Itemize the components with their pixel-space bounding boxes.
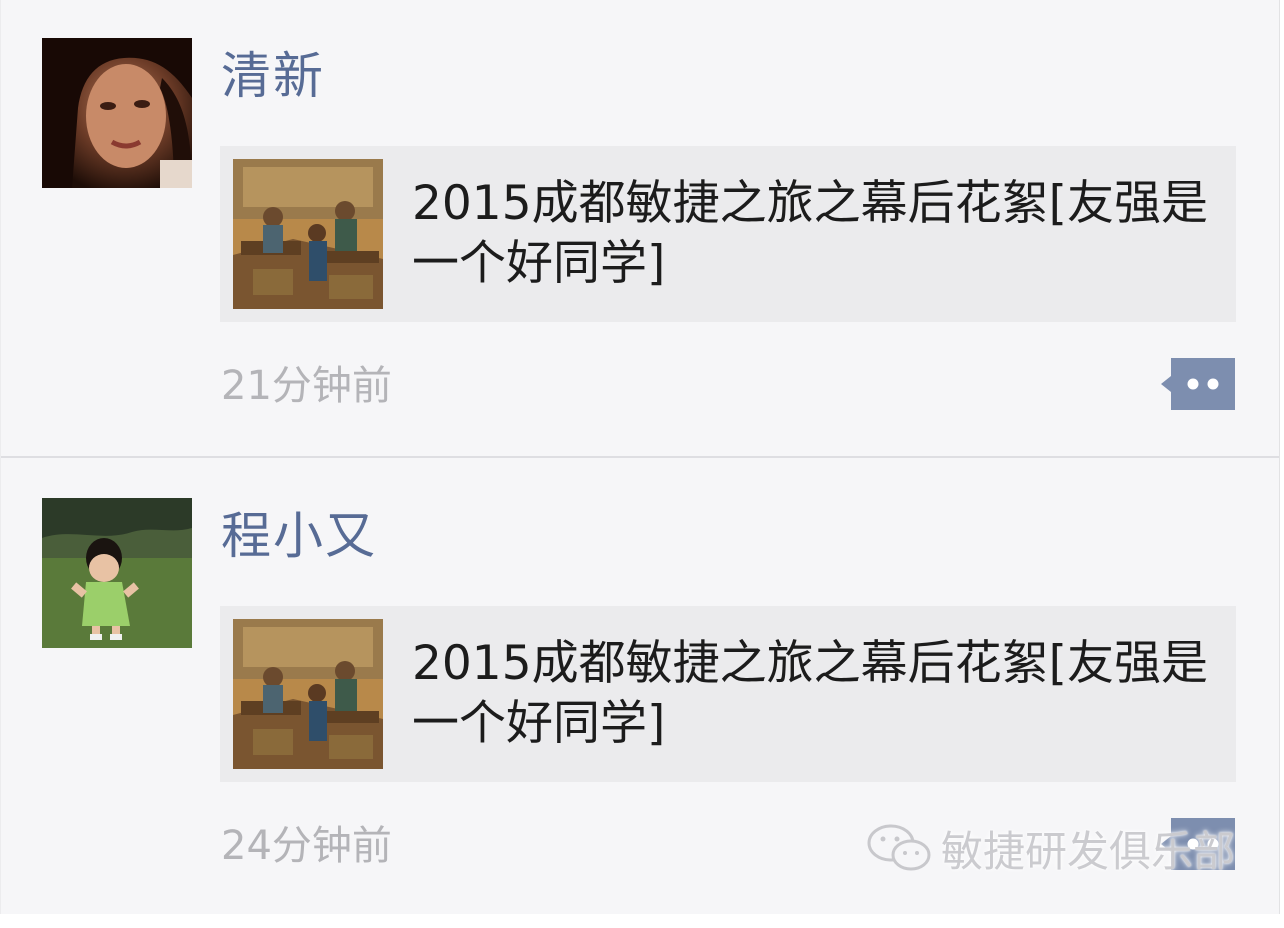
link-thumbnail bbox=[233, 159, 383, 309]
link-title: 2015成都敏捷之旅之幕后花絮[友强是一个好同学] bbox=[412, 176, 1208, 291]
comment-bubble-icon bbox=[1161, 358, 1235, 410]
watermark-text: 敏捷研发俱乐部 bbox=[941, 826, 1236, 876]
comment-button[interactable] bbox=[1159, 356, 1237, 412]
vintage-workshop-painting-icon bbox=[233, 619, 383, 769]
post-time: 24分钟前 bbox=[221, 823, 392, 869]
user-photo-child-icon bbox=[42, 498, 192, 648]
link-thumbnail bbox=[233, 619, 383, 769]
username[interactable]: 程小又 bbox=[221, 504, 377, 568]
shared-link-card[interactable]: 2015成都敏捷之旅之幕后花絮[友强是一个好同学] bbox=[220, 146, 1236, 322]
vintage-workshop-painting-icon bbox=[233, 159, 383, 309]
moment-post: 清新 2015成都敏捷之旅之幕后花絮[友强是一个好同学] 21分钟前 bbox=[1, 0, 1279, 458]
moments-feed: 清新 2015成都敏捷之旅之幕后花絮[友强是一个好同学] 21分钟前 程小又 2… bbox=[0, 0, 1280, 914]
username[interactable]: 清新 bbox=[221, 44, 325, 108]
avatar[interactable] bbox=[42, 498, 192, 648]
shared-link-card[interactable]: 2015成都敏捷之旅之幕后花絮[友强是一个好同学] bbox=[220, 606, 1236, 782]
avatar[interactable] bbox=[42, 38, 192, 188]
post-time: 21分钟前 bbox=[221, 363, 392, 409]
watermark: 敏捷研发俱乐部 bbox=[865, 818, 1235, 878]
wechat-icon bbox=[867, 824, 931, 871]
user-photo-woman-icon bbox=[42, 38, 192, 188]
link-title: 2015成都敏捷之旅之幕后花絮[友强是一个好同学] bbox=[412, 636, 1208, 751]
